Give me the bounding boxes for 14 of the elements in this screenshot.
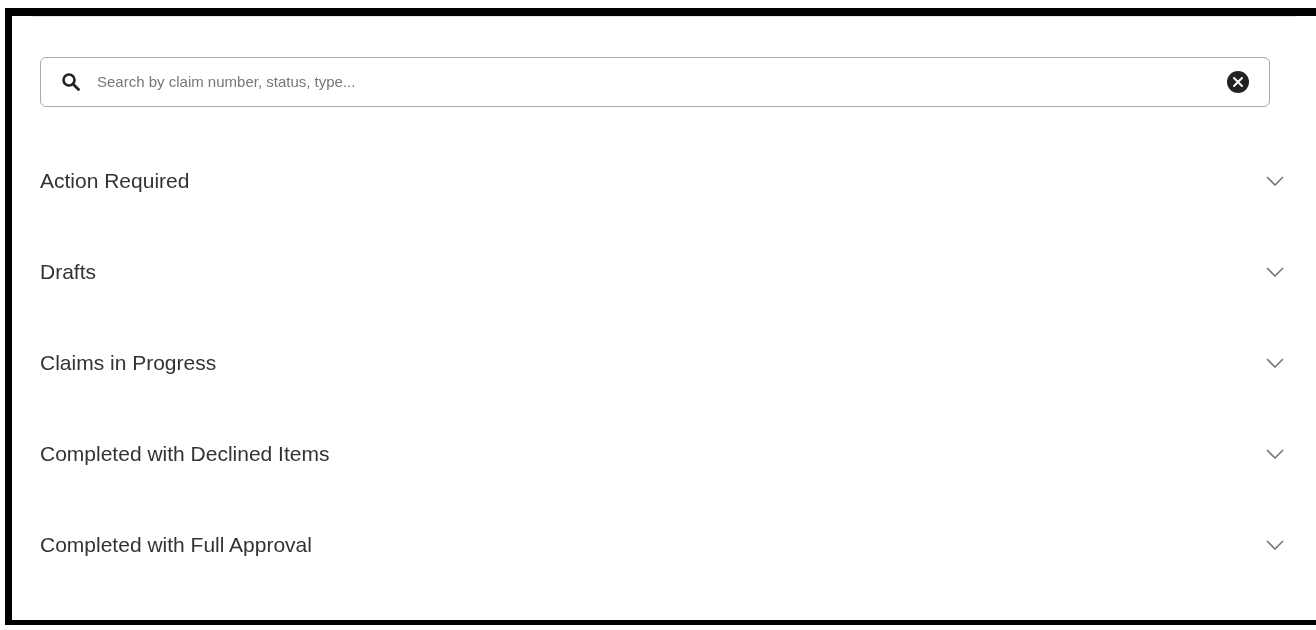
- section-header[interactable]: Completed with Full Approval: [12, 499, 1316, 590]
- search-input[interactable]: Search by claim number, status, type...: [97, 70, 1227, 94]
- section-title: Completed with Declined Items: [40, 440, 330, 467]
- section-header[interactable]: Action Required: [12, 135, 1316, 226]
- section-title: Completed with Full Approval: [40, 531, 312, 558]
- section-header[interactable]: Drafts: [12, 226, 1316, 317]
- search-field[interactable]: Search by claim number, status, type...: [40, 57, 1270, 107]
- clear-icon[interactable]: [1227, 71, 1249, 93]
- section-header[interactable]: Claims in Progress: [12, 317, 1316, 408]
- section-header[interactable]: Completed with Declined Items: [12, 408, 1316, 499]
- section-title: Claims in Progress: [40, 349, 217, 376]
- section-title: Drafts: [40, 258, 96, 285]
- search-icon: [61, 72, 81, 92]
- section-title: Action Required: [40, 167, 190, 194]
